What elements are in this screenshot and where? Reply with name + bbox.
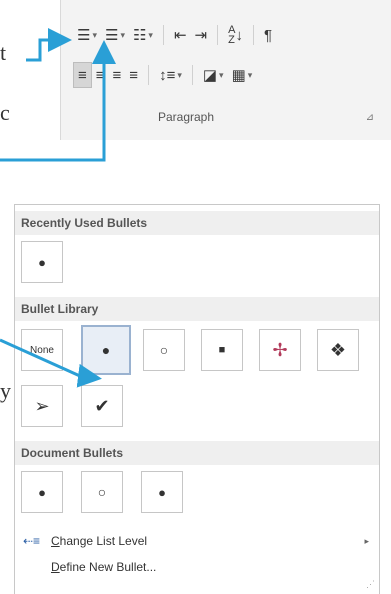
increase-indent-icon: ⇥ xyxy=(194,27,208,44)
section-header-recently-used: Recently Used Bullets xyxy=(15,211,379,235)
show-formatting-marks-button[interactable]: ¶ xyxy=(260,22,276,48)
justify-button[interactable]: ≡ xyxy=(125,62,142,88)
edge-letter-t: t xyxy=(0,40,7,65)
hollow-circle-icon: ○ xyxy=(159,342,169,358)
chevron-down-icon: ▾ xyxy=(120,29,125,40)
document-bullet-hollow-circle[interactable]: ○ xyxy=(81,471,123,513)
bullet-filled-circle[interactable]: ● xyxy=(81,325,131,375)
align-left-button[interactable]: ≡ xyxy=(73,62,92,88)
ribbon-row-1: ☰ ▾ ☰ ▾ ☷ ▾ ⇤ ⇥ A Z ↓ ¶ xyxy=(73,22,276,48)
sort-arrow-icon: ↓ xyxy=(235,26,243,44)
define-new-bullet-menu-item[interactable]: Define New Bullet... xyxy=(15,555,379,579)
none-label: None xyxy=(30,344,54,356)
document-bullet-filled-circle[interactable]: ● xyxy=(21,471,63,513)
hollow-circle-icon: ○ xyxy=(97,484,107,500)
chevron-down-icon: ▾ xyxy=(219,69,224,80)
ribbon-row-2: ≡ ≡ ≡ ≡ ↕≡ ▾ ◪ ▾ ▦ ▾ xyxy=(73,62,256,88)
define-new-bullet-label: Define New Bullet... xyxy=(51,560,157,574)
change-list-level-label: Change List Level xyxy=(51,534,148,548)
align-right-icon: ≡ xyxy=(112,66,122,84)
change-list-level-menu-item[interactable]: ⇠≡ Change List Level ▸ xyxy=(15,529,379,553)
align-center-button[interactable]: ≡ xyxy=(92,62,109,88)
borders-button[interactable]: ▦ ▾ xyxy=(228,62,257,88)
arrowhead-icon: ➢ xyxy=(34,395,50,416)
decrease-indent-icon: ⇤ xyxy=(173,27,187,44)
line-spacing-icon: ↕≡ xyxy=(159,66,176,84)
multilevel-list-icon: ☷ xyxy=(132,27,147,44)
section-header-document-bullets: Document Bullets xyxy=(15,441,379,465)
submenu-arrow-icon: ▸ xyxy=(364,536,369,546)
filled-circle-icon: ● xyxy=(38,254,46,270)
resize-grip-icon[interactable]: ⋰ xyxy=(366,579,375,590)
filled-circle-icon: ● xyxy=(101,342,111,358)
separator xyxy=(191,65,193,85)
numbering-button[interactable]: ☰ ▾ xyxy=(101,22,129,48)
separator xyxy=(217,25,219,45)
four-point-star-icon: ✢ xyxy=(272,339,288,360)
bullet-checkmark[interactable]: ✔ xyxy=(81,385,123,427)
bullets-button[interactable]: ☰ ▾ xyxy=(73,22,101,48)
shading-icon: ◪ xyxy=(202,67,218,84)
bullets-gallery: Recently Used Bullets ● Bullet Library N… xyxy=(14,204,380,594)
checkmark-icon: ✔ xyxy=(94,395,110,416)
show-formatting-marks-icon: ¶ xyxy=(263,26,273,44)
align-left-icon: ≡ xyxy=(78,66,87,84)
change-list-level-icon: ⇠≡ xyxy=(23,534,41,548)
document-bullet-filled-circle-2[interactable]: ● xyxy=(141,471,183,513)
edge-letter-y: y xyxy=(0,378,11,403)
diamond-cluster-icon: ❖ xyxy=(329,339,347,360)
ribbon-group-label: Paragraph xyxy=(157,110,215,124)
chevron-down-icon: ▾ xyxy=(177,69,182,80)
chevron-down-icon: ▾ xyxy=(247,69,253,80)
borders-icon: ▦ xyxy=(231,67,246,84)
edge-letter-c: c xyxy=(0,100,10,125)
decrease-indent-button[interactable]: ⇤ xyxy=(170,22,191,48)
recent-bullet-filled-circle[interactable]: ● xyxy=(21,241,63,283)
chevron-down-icon: ▾ xyxy=(92,29,97,40)
filled-circle-icon: ● xyxy=(38,484,46,500)
sort-icon: AZ xyxy=(228,24,236,46)
multilevel-list-button[interactable]: ☷ ▾ xyxy=(129,22,157,48)
increase-indent-button[interactable]: ⇥ xyxy=(191,22,212,48)
dialog-launcher-icon[interactable]: ⊿ xyxy=(366,112,374,123)
chevron-down-icon: ▾ xyxy=(148,29,153,40)
bullet-hollow-circle[interactable]: ○ xyxy=(143,329,185,371)
separator xyxy=(148,65,150,85)
separator xyxy=(252,25,254,45)
numbering-icon: ☰ xyxy=(104,27,119,44)
shading-button[interactable]: ◪ ▾ xyxy=(199,62,228,88)
bullets-icon: ☰ xyxy=(77,27,91,44)
filled-circle-icon: ● xyxy=(158,484,166,500)
paragraph-ribbon-group: ☰ ▾ ☰ ▾ ☷ ▾ ⇤ ⇥ A Z ↓ ¶ ≡ ≡ ≡ ≡ ↕≡ ▾ ◪ ▾… xyxy=(60,0,391,140)
line-spacing-button[interactable]: ↕≡ ▾ xyxy=(155,62,186,88)
bullet-filled-square[interactable]: ■ xyxy=(201,329,243,371)
bullet-none[interactable]: None xyxy=(21,329,63,371)
section-header-bullet-library: Bullet Library xyxy=(15,297,379,321)
bullet-arrowhead[interactable]: ➢ xyxy=(21,385,63,427)
bullet-diamond-cluster[interactable]: ❖ xyxy=(317,329,359,371)
separator xyxy=(162,25,164,45)
align-right-button[interactable]: ≡ xyxy=(109,62,126,88)
align-center-icon: ≡ xyxy=(95,66,105,84)
bullet-four-diamonds[interactable]: ✢ xyxy=(259,329,301,371)
sort-button[interactable]: A Z ↓ xyxy=(224,22,247,48)
justify-icon: ≡ xyxy=(129,66,139,84)
filled-square-icon: ■ xyxy=(218,344,226,356)
